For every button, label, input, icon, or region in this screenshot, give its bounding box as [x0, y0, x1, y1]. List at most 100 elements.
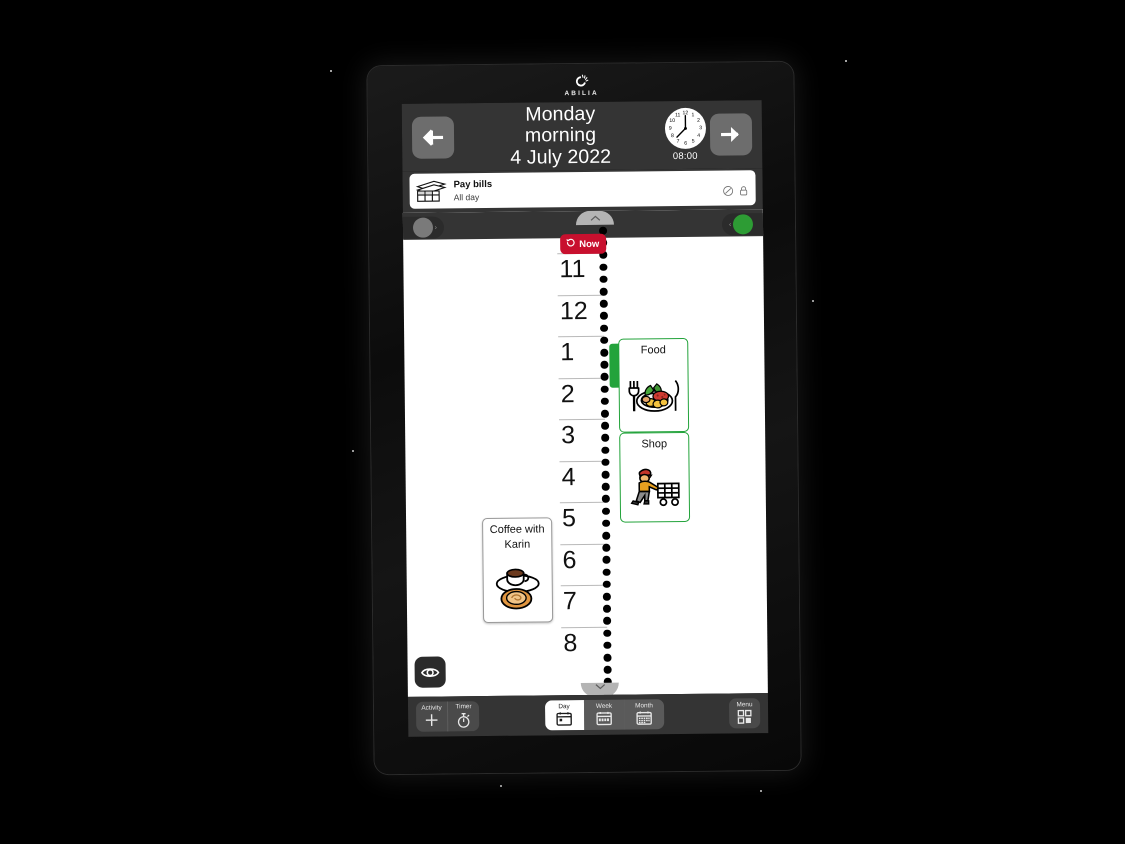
hour-gridline	[560, 543, 607, 545]
hour-marker: 3	[555, 418, 607, 461]
hour-marker: 12	[554, 294, 606, 336]
timeline-dot	[599, 312, 608, 320]
activity-card-title: Coffee with Karin	[489, 523, 545, 551]
clock-widget[interactable]: 12 1 2 3 4 5 6 7 8 9 10 11 08:00	[661, 107, 710, 163]
device-screen: ABILIA Monday morning 4 July 2022 12 1 2…	[401, 74, 769, 737]
digital-clock-time: 08:00	[672, 150, 698, 163]
timeline-dot	[600, 336, 608, 345]
activity-card-shop[interactable]: Shop	[619, 431, 691, 523]
timeline-dot	[600, 397, 609, 406]
timeline-dot	[599, 275, 608, 284]
timeline-dot	[601, 495, 610, 503]
tab-month-label: Month	[635, 702, 653, 710]
timeline-dot	[601, 482, 610, 491]
decorative-speckle	[812, 300, 814, 302]
abilia-logo-icon	[573, 73, 589, 89]
day-timeline[interactable]: › ‹ 11 12 1 2 3 4 5 6 7 8 Now Food Shop …	[402, 209, 768, 697]
hour-label: 1	[560, 338, 575, 367]
all-day-activity-row[interactable]: Pay bills All day	[409, 170, 756, 209]
timeline-dot	[600, 348, 608, 357]
timeline-dot	[601, 446, 609, 454]
hour-label: 7	[562, 587, 577, 616]
add-timer-button[interactable]: Timer	[446, 701, 480, 732]
hour-gridline	[558, 335, 605, 338]
plus-icon	[424, 713, 439, 728]
now-marker[interactable]: Now	[560, 233, 607, 255]
hour-label: 12	[559, 296, 588, 325]
add-activity-button[interactable]: Activity	[416, 701, 447, 731]
shopping-cart-person-icon	[620, 452, 689, 522]
hour-label: 6	[562, 545, 577, 574]
tab-week-label: Week	[595, 702, 613, 710]
svg-text:10: 10	[669, 118, 675, 124]
svg-text:1: 1	[691, 112, 694, 118]
timeline-dot	[602, 568, 611, 576]
timeline-dot	[600, 324, 608, 332]
svg-text:4: 4	[697, 133, 700, 139]
hour-gridline	[557, 294, 604, 296]
hour-label: 4	[561, 462, 576, 491]
timeline-dot	[600, 385, 609, 393]
add-activity-label: Activity	[421, 704, 442, 712]
previous-day-button[interactable]	[411, 116, 455, 159]
svg-text:3: 3	[699, 125, 702, 131]
view-switcher: Day Week Month	[544, 699, 664, 731]
hour-gridline	[559, 460, 606, 462]
lock-icon	[739, 183, 749, 201]
menu-group: Menu	[728, 698, 761, 729]
svg-text:2: 2	[697, 118, 700, 124]
calendar-week-icon	[596, 711, 612, 726]
left-day-indicator[interactable]: ›	[402, 216, 445, 240]
bills-icon	[413, 178, 447, 204]
timeline-dot	[599, 287, 608, 296]
device-frame: ABILIA Monday morning 4 July 2022 12 1 2…	[367, 61, 801, 775]
svg-text:5: 5	[691, 138, 694, 144]
timeline-dot	[603, 629, 611, 637]
timeline-dot	[601, 470, 610, 479]
timeline-dot	[603, 617, 611, 625]
hour-label: 8	[563, 628, 578, 657]
chevron-down-icon	[594, 683, 605, 690]
timeline-dot	[603, 641, 611, 650]
tab-day[interactable]: Day	[544, 700, 584, 731]
brand-strip: ABILIA	[401, 66, 761, 104]
arrow-left-icon	[422, 128, 444, 146]
tab-day-label: Day	[558, 702, 570, 711]
left-day-dot	[412, 217, 433, 238]
app-header: Monday morning 4 July 2022 12 1 2 3 4 5 …	[401, 100, 763, 172]
page-title: Monday morning 4 July 2022	[454, 103, 662, 169]
coffee-cup-bun-icon	[483, 552, 552, 622]
tab-month[interactable]: Month	[623, 699, 664, 730]
grid-squares-icon	[737, 709, 752, 725]
right-day-indicator[interactable]: ‹	[721, 212, 768, 236]
hour-label: 5	[561, 504, 577, 533]
svg-text:11: 11	[675, 112, 681, 118]
scroll-up-button[interactable]	[575, 210, 614, 226]
arrow-right-icon	[720, 125, 742, 143]
decorative-speckle	[500, 785, 502, 787]
tab-week[interactable]: Week	[583, 699, 624, 731]
svg-text:6: 6	[684, 141, 687, 147]
activity-card-food[interactable]: Food	[618, 337, 690, 433]
title-part-of-day: morning	[524, 124, 597, 148]
hour-marker: 5	[556, 501, 608, 544]
calendar-day-icon	[556, 711, 572, 726]
hour-gridline	[559, 501, 606, 504]
timeline-dot	[602, 519, 610, 528]
timeline-dot	[600, 360, 608, 369]
timeline-dot	[602, 543, 610, 552]
menu-button[interactable]: Menu	[729, 698, 760, 728]
next-day-button[interactable]	[709, 113, 753, 156]
timeline-dot	[602, 531, 610, 540]
calendar-month-icon	[636, 711, 652, 726]
timeline-dot	[602, 580, 611, 589]
hour-label: 3	[561, 421, 576, 450]
eye-icon[interactable]	[414, 656, 446, 688]
activity-card-coffee[interactable]: Coffee with Karin	[482, 517, 554, 624]
chevron-right-icon: ›	[434, 224, 438, 232]
chevron-left-icon: ‹	[728, 220, 732, 228]
timeline-dot	[600, 373, 609, 381]
timeline-dot	[602, 604, 611, 613]
timeline-dot	[601, 421, 609, 430]
all-day-text-block: Pay bills All day	[453, 177, 722, 203]
